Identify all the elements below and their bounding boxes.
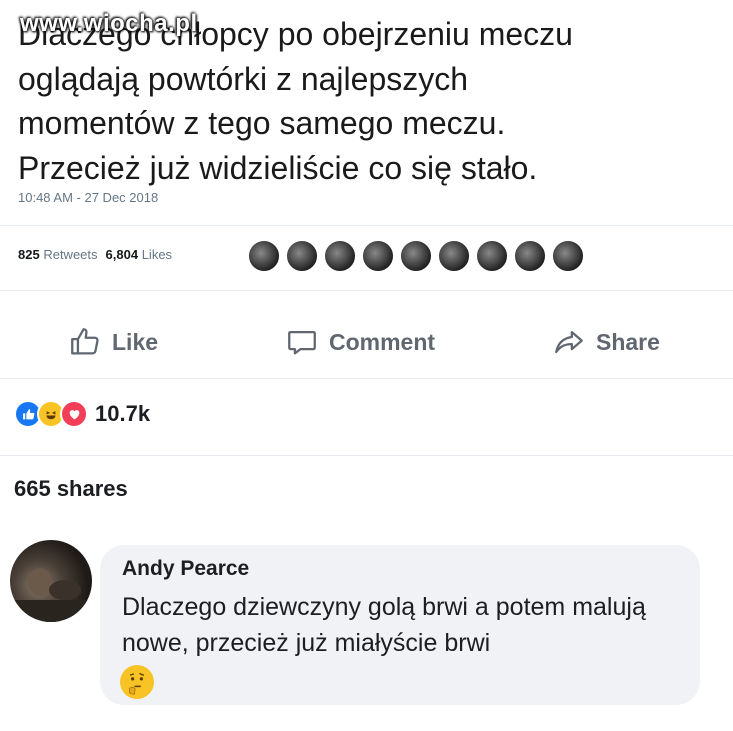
reaction-count: 10.7k	[95, 401, 151, 426]
watermark: www.wiocha.pl	[20, 10, 198, 37]
like-button[interactable]: Like	[68, 325, 158, 359]
share-arrow-icon	[555, 330, 583, 354]
avatar[interactable]	[248, 240, 280, 272]
comment-icon	[288, 330, 316, 355]
commenter-avatar[interactable]	[10, 540, 92, 622]
avatar[interactable]	[476, 240, 508, 272]
shares-count[interactable]: 665 shares	[14, 476, 128, 502]
comment-bubble: Andy Pearce Dlaczego dziewczyny golą brw…	[100, 545, 700, 705]
love-reaction-icon	[60, 400, 88, 428]
share-label: Share	[596, 328, 660, 355]
comment-button[interactable]: Comment	[285, 325, 435, 359]
thinking-face-icon	[120, 665, 154, 699]
avatar[interactable]	[552, 240, 584, 272]
divider	[0, 225, 733, 226]
avatar[interactable]	[362, 240, 394, 272]
action-bar: Like Comment Share	[0, 325, 733, 365]
comment-label: Comment	[329, 328, 436, 355]
avatar[interactable]	[514, 240, 546, 272]
tweet-timestamp: 10:48 AM - 27 Dec 2018	[18, 190, 159, 205]
avatar[interactable]	[286, 240, 318, 272]
share-button[interactable]: Share	[552, 325, 660, 359]
comment-text: Dlaczego dziewczyny golą brwi a potem ma…	[122, 593, 646, 657]
comment-author[interactable]: Andy Pearce	[122, 557, 249, 581]
tweet-text: Dlaczego chłopcy po obejrzeniu meczu ogl…	[18, 16, 573, 186]
retweets-stat[interactable]: 825 Retweets	[18, 247, 98, 262]
likers-avatars	[248, 240, 584, 272]
thumbs-up-icon	[71, 328, 99, 355]
avatar[interactable]	[438, 240, 470, 272]
divider	[0, 290, 733, 291]
likes-stat[interactable]: 6,804 Likes	[106, 247, 173, 262]
like-label: Like	[112, 328, 159, 355]
avatar[interactable]	[400, 240, 432, 272]
reactions-summary[interactable]: 10.7k	[14, 400, 150, 428]
tweet-stats: 825 Retweets 6,804 Likes	[18, 247, 172, 262]
divider	[0, 455, 733, 456]
divider	[0, 378, 733, 379]
avatar[interactable]	[324, 240, 356, 272]
